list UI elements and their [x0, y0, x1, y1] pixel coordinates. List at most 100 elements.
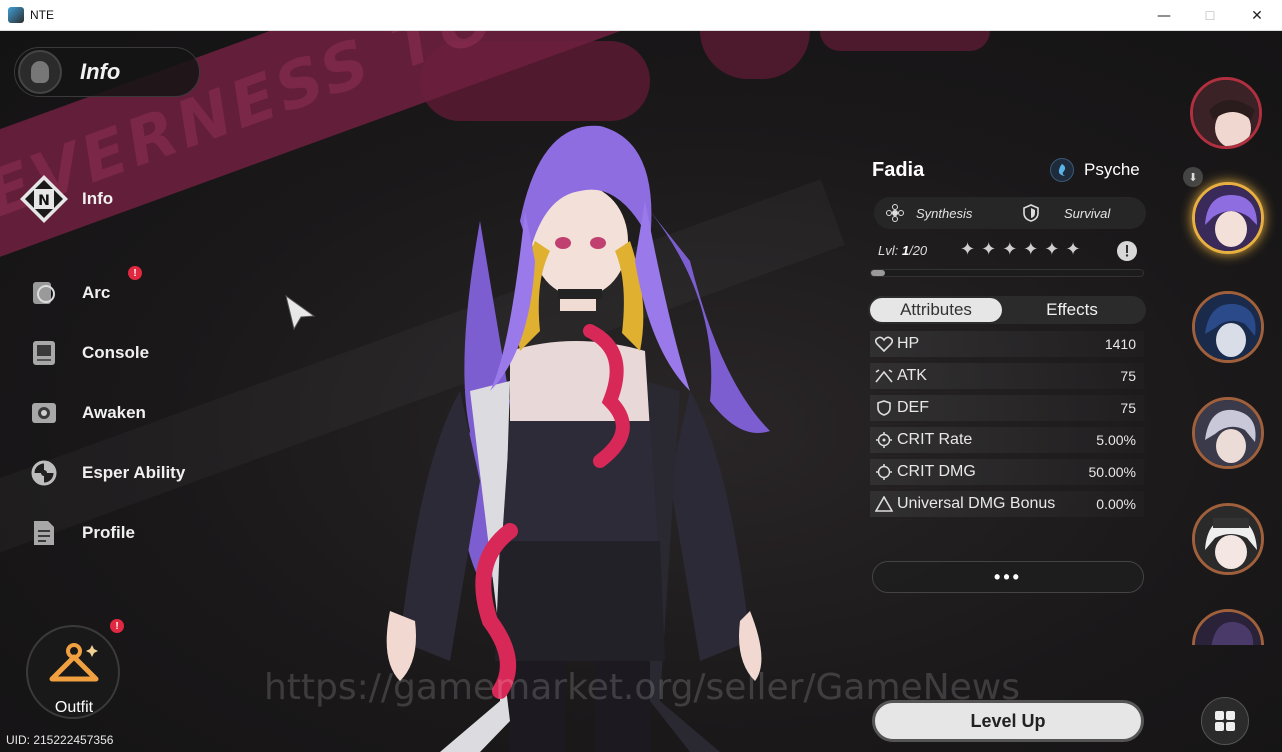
element-name: Psyche: [1084, 160, 1140, 179]
stat-value: 1410: [1104, 336, 1136, 352]
maximize-button[interactable]: ☐: [1187, 0, 1233, 31]
character-list-button[interactable]: [1201, 697, 1249, 745]
mouse-cursor-icon: [285, 294, 316, 331]
shield-icon: [874, 400, 894, 416]
stat-row-crit-dmg: CRIT DMG 50.00%: [870, 459, 1144, 485]
rank-info-icon[interactable]: [1117, 241, 1137, 261]
level-label: Lvl:: [878, 243, 899, 258]
nav-item-info[interactable]: N Info: [18, 175, 114, 223]
nav-label: Info: [82, 189, 114, 208]
level-value: 1: [901, 243, 910, 258]
grid-icon: [1215, 711, 1235, 731]
app-icon: [8, 7, 24, 23]
character-portrait[interactable]: [1192, 609, 1264, 645]
level-progress-bar: [870, 269, 1144, 277]
watermark: https://gamemarket.org/seller/GameNews: [264, 667, 1020, 708]
character-portrait[interactable]: [1192, 503, 1264, 575]
character-name: Fadia: [872, 159, 925, 181]
player-avatar-icon[interactable]: [18, 50, 62, 94]
star-icon: ✦: [981, 239, 997, 260]
stat-row-universal-dmg-bonus: Universal DMG Bonus 0.00%: [870, 491, 1144, 517]
tag-label: Synthesis: [916, 205, 973, 221]
player-uid: UID: 215222457356: [6, 733, 114, 747]
stat-label: CRIT Rate: [897, 431, 973, 448]
crosshair-icon: [874, 464, 894, 480]
star-icon: ✦: [1065, 239, 1081, 260]
esper-ability-icon: [30, 459, 58, 487]
game-viewport: EVERNESS TO EVERNESS Info N Info Arc ! C…: [0, 31, 1282, 752]
star-rating: ✦ ✦ ✦ ✦ ✦ ✦: [960, 239, 1081, 260]
more-stats-button[interactable]: •••: [872, 561, 1144, 593]
nav-item-awaken[interactable]: Awaken: [18, 393, 146, 433]
star-icon: ✦: [1002, 239, 1018, 260]
nav-item-esper-ability[interactable]: Esper Ability: [18, 453, 185, 493]
hanger-icon: [49, 643, 99, 682]
svg-text:N: N: [38, 193, 50, 209]
stat-label: HP: [897, 335, 920, 352]
synthesis-icon: [884, 202, 906, 224]
arc-icon: [30, 279, 58, 307]
nav-label: Awaken: [82, 403, 146, 422]
triangle-icon: [874, 496, 894, 512]
star-icon: ✦: [960, 239, 976, 260]
tab-attributes[interactable]: Attributes: [870, 298, 1002, 322]
stat-label: Universal DMG Bonus: [897, 495, 1056, 512]
awaken-icon: [30, 399, 58, 427]
character-portrait-selected[interactable]: [1192, 182, 1264, 254]
heart-icon: [874, 336, 894, 352]
nav-label: Profile: [82, 523, 135, 542]
stat-row-def: DEF 75: [870, 395, 1144, 421]
character-portrait[interactable]: [1190, 77, 1262, 149]
outfit-label: Outfit: [54, 699, 94, 716]
nav-label: Arc: [82, 283, 111, 302]
atk-icon: [874, 369, 894, 383]
stat-value: 5.00%: [1096, 432, 1136, 448]
character-portrait[interactable]: [1192, 291, 1264, 363]
stat-label: DEF: [897, 399, 929, 416]
console-icon: [30, 339, 58, 367]
window-close-button[interactable]: ✕: [1234, 0, 1280, 31]
star-icon: ✦: [1044, 239, 1060, 260]
window-titlebar: NTE — ☐ ✕: [0, 0, 1282, 31]
nav-item-console[interactable]: Console: [18, 333, 149, 373]
minimize-button[interactable]: —: [1141, 0, 1187, 31]
stat-label: ATK: [897, 367, 927, 384]
page-header: Info: [14, 47, 200, 97]
crosshair-icon: [874, 432, 894, 448]
level-indicator: Lvl: 1/20: [878, 243, 927, 258]
stat-label: CRIT DMG: [897, 463, 976, 480]
banner-decoration: [820, 31, 990, 51]
stat-row-hp: HP 1410: [870, 331, 1144, 357]
page-title: Info: [80, 59, 121, 84]
nav-label: Esper Ability: [82, 463, 186, 482]
tag-label: Survival: [1064, 205, 1111, 221]
tag-survival[interactable]: Survival: [1010, 197, 1146, 229]
element-indicator: Psyche: [1050, 158, 1140, 182]
role-tags: Synthesis Survival: [874, 197, 1146, 229]
level-max: /20: [909, 243, 928, 258]
stat-row-crit-rate: CRIT Rate 5.00%: [870, 427, 1144, 453]
psyche-element-icon: [1050, 158, 1074, 182]
window-title: NTE: [30, 8, 54, 22]
tag-synthesis[interactable]: Synthesis: [874, 197, 1010, 229]
nav-item-arc[interactable]: Arc: [18, 273, 110, 313]
stat-value: 75: [1120, 400, 1136, 416]
shield-icon: [1020, 202, 1042, 224]
attribute-tabs: Attributes Effects: [868, 296, 1146, 324]
outfit-notification-badge: !: [110, 619, 124, 633]
scroll-down-icon[interactable]: ⬇: [1183, 167, 1203, 187]
arc-notification-badge: !: [128, 266, 142, 280]
stat-value: 50.00%: [1088, 464, 1136, 480]
banner-decoration: [700, 31, 810, 79]
tab-effects[interactable]: Effects: [1002, 298, 1142, 322]
stat-row-atk: ATK 75: [870, 363, 1144, 389]
character-portrait[interactable]: [1192, 397, 1264, 469]
profile-icon: [30, 519, 58, 547]
stat-value: 75: [1120, 368, 1136, 384]
nav-label: Console: [82, 343, 150, 362]
star-icon: ✦: [1023, 239, 1039, 260]
character-model: [386, 125, 770, 752]
nav-item-profile[interactable]: Profile: [18, 513, 135, 553]
stat-value: 0.00%: [1096, 496, 1136, 512]
info-icon: N: [18, 173, 70, 225]
